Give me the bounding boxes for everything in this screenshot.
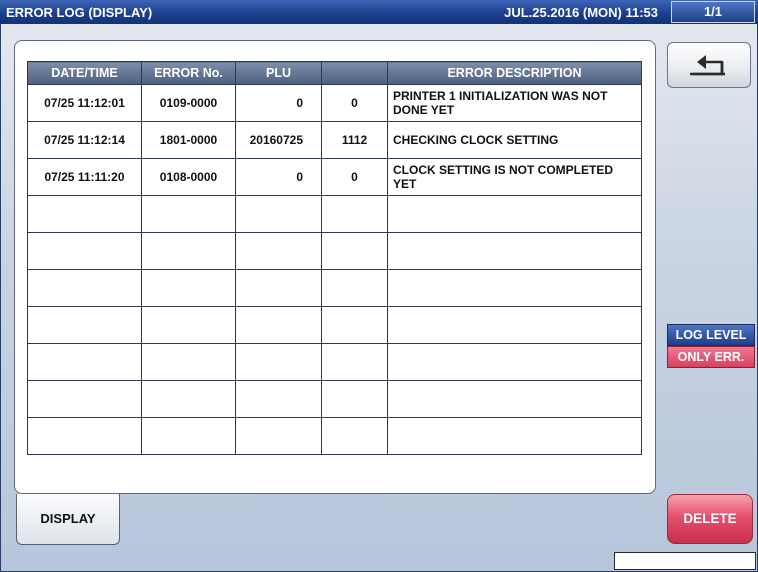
- col-header-code: [321, 61, 388, 85]
- title-bar: ERROR LOG (DISPLAY) JUL.25.2016 (MON) 11…: [0, 0, 758, 24]
- cell-datetime: 07/25 11:12:14: [27, 121, 142, 159]
- cell-plu: 20160725: [235, 121, 322, 159]
- cell-code: 0: [321, 84, 388, 122]
- delete-button[interactable]: DELETE: [667, 494, 753, 544]
- empty-table-row: [27, 269, 642, 307]
- empty-table-row: [27, 232, 642, 270]
- empty-table-row: [27, 380, 642, 418]
- empty-table-row: [27, 343, 642, 381]
- cell-error-no: 0109-0000: [141, 84, 236, 122]
- table-header-row: DATE/TIME ERROR No. PLU ERROR DESCRIPTIO…: [27, 61, 642, 85]
- cell-error-no: 1801-0000: [141, 121, 236, 159]
- cell-description: CHECKING CLOCK SETTING: [387, 121, 642, 159]
- log-level-value[interactable]: ONLY ERR.: [667, 346, 755, 368]
- cell-code: 0: [321, 158, 388, 196]
- col-header-error-description: ERROR DESCRIPTION: [387, 61, 642, 85]
- table-row[interactable]: 07/25 11:11:20 0108-0000 0 0 CLOCK SETTI…: [27, 158, 642, 196]
- page-indicator: 1/1: [671, 1, 755, 23]
- empty-table-row: [27, 195, 642, 233]
- window-title: ERROR LOG (DISPLAY): [6, 5, 153, 20]
- cell-plu: 0: [235, 158, 322, 196]
- cell-datetime: 07/25 11:12:01: [27, 84, 142, 122]
- return-arrow-icon: [690, 55, 725, 76]
- cell-datetime: 07/25 11:11:20: [27, 158, 142, 196]
- table-row[interactable]: 07/25 11:12:14 1801-0000 20160725 1112 C…: [27, 121, 642, 159]
- col-header-datetime: DATE/TIME: [27, 61, 142, 85]
- empty-table-row: [27, 306, 642, 344]
- cell-description: CLOCK SETTING IS NOT COMPLETED YET: [387, 158, 642, 196]
- cell-error-no: 0108-0000: [141, 158, 236, 196]
- empty-table-row: [27, 417, 642, 455]
- log-level-label: LOG LEVEL: [667, 324, 755, 346]
- cell-description: PRINTER 1 INITIALIZATION WAS NOT DONE YE…: [387, 84, 642, 122]
- col-header-error-no: ERROR No.: [141, 61, 236, 85]
- return-button[interactable]: [667, 42, 751, 88]
- table-row[interactable]: 07/25 11:12:01 0109-0000 0 0 PRINTER 1 I…: [27, 84, 642, 122]
- cell-plu: 0: [235, 84, 322, 122]
- date-time-display: JUL.25.2016 (MON) 11:53: [504, 5, 658, 20]
- error-log-panel: DATE/TIME ERROR No. PLU ERROR DESCRIPTIO…: [14, 40, 656, 494]
- error-log-table: DATE/TIME ERROR No. PLU ERROR DESCRIPTIO…: [27, 61, 642, 455]
- col-header-plu: PLU: [235, 61, 322, 85]
- cell-code: 1112: [321, 121, 388, 159]
- tab-display[interactable]: DISPLAY: [16, 494, 120, 545]
- status-box: [614, 552, 756, 570]
